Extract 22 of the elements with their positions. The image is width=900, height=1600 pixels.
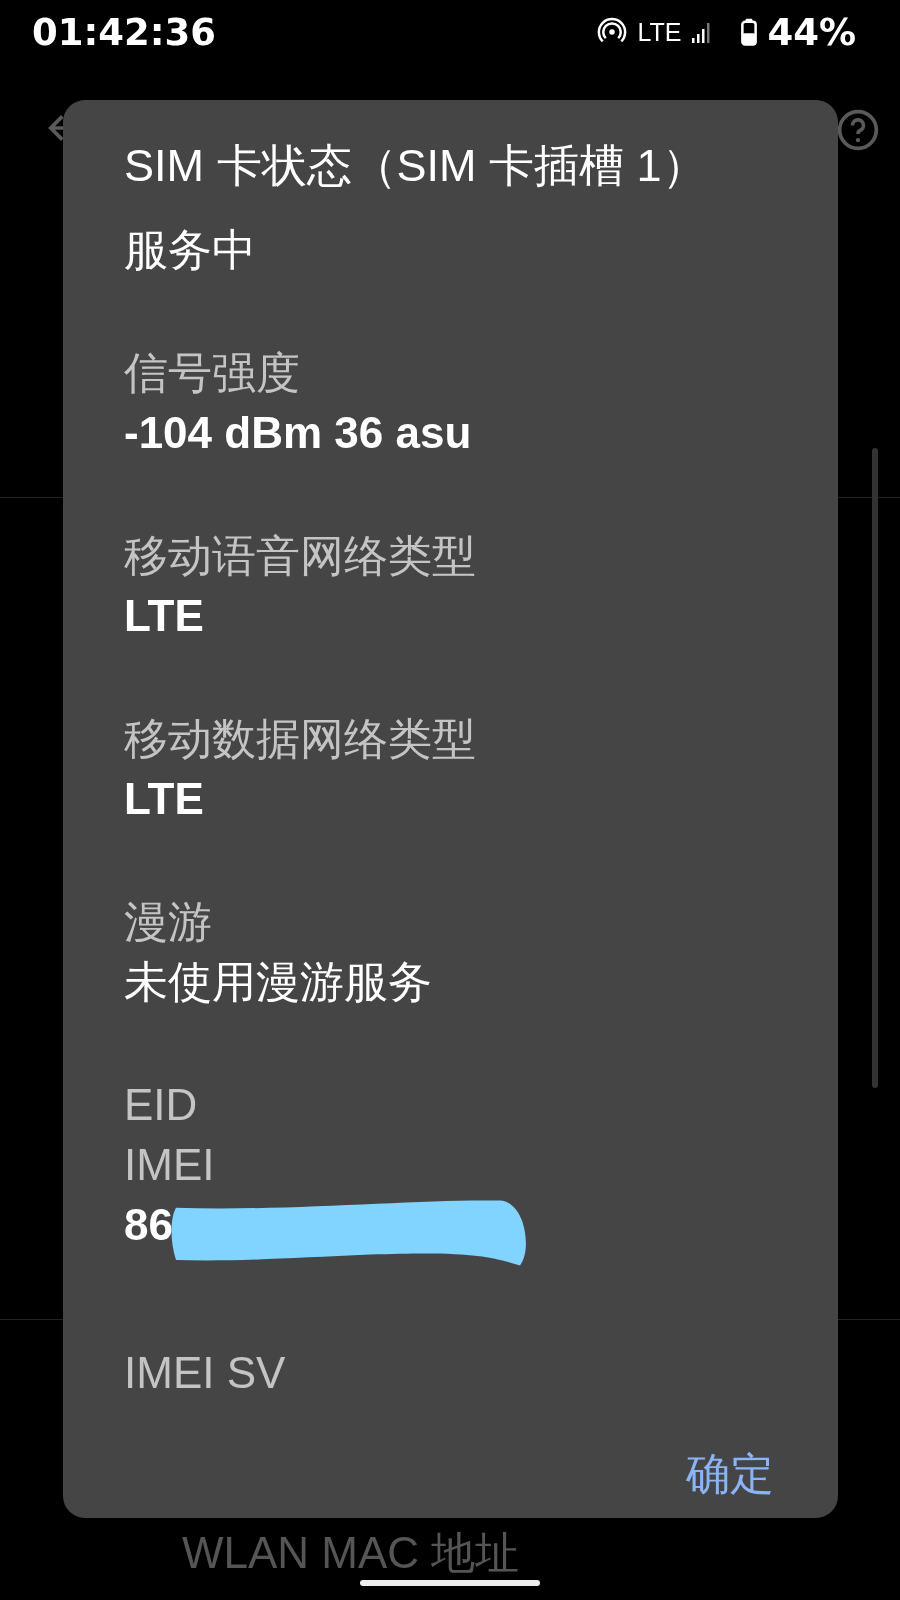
network-type: LTE	[637, 17, 682, 47]
info-label: EID	[124, 1079, 199, 1131]
setting-title: WLAN MAC 地址	[182, 1530, 520, 1576]
status-value: 服务中	[124, 224, 257, 276]
info-value: 86	[124, 1199, 173, 1251]
help-icon[interactable]	[836, 108, 880, 152]
dialog-title: SIM 卡状态（SIM 卡插槽 1）	[124, 139, 708, 193]
info-label: 漫游	[124, 896, 213, 948]
battery-icon	[741, 18, 758, 46]
info-value: 未使用漫游服务	[124, 956, 432, 1008]
info-value: -104 dBm 36 asu	[124, 407, 472, 459]
info-value: LTE	[124, 773, 204, 825]
battery-percent: 44%	[767, 10, 856, 54]
clock-time: 01:42:36	[32, 10, 217, 54]
info-label: IMEI SV	[124, 1347, 287, 1399]
info-label: 移动数据网络类型	[124, 713, 477, 765]
info-label: 移动语音网络类型	[124, 530, 477, 582]
info-value: LTE	[124, 590, 204, 642]
info-label: 信号强度	[124, 347, 301, 399]
ok-button[interactable]: 确定	[662, 1437, 798, 1512]
signal-icon	[691, 20, 712, 44]
info-label: IMEI	[124, 1139, 216, 1191]
